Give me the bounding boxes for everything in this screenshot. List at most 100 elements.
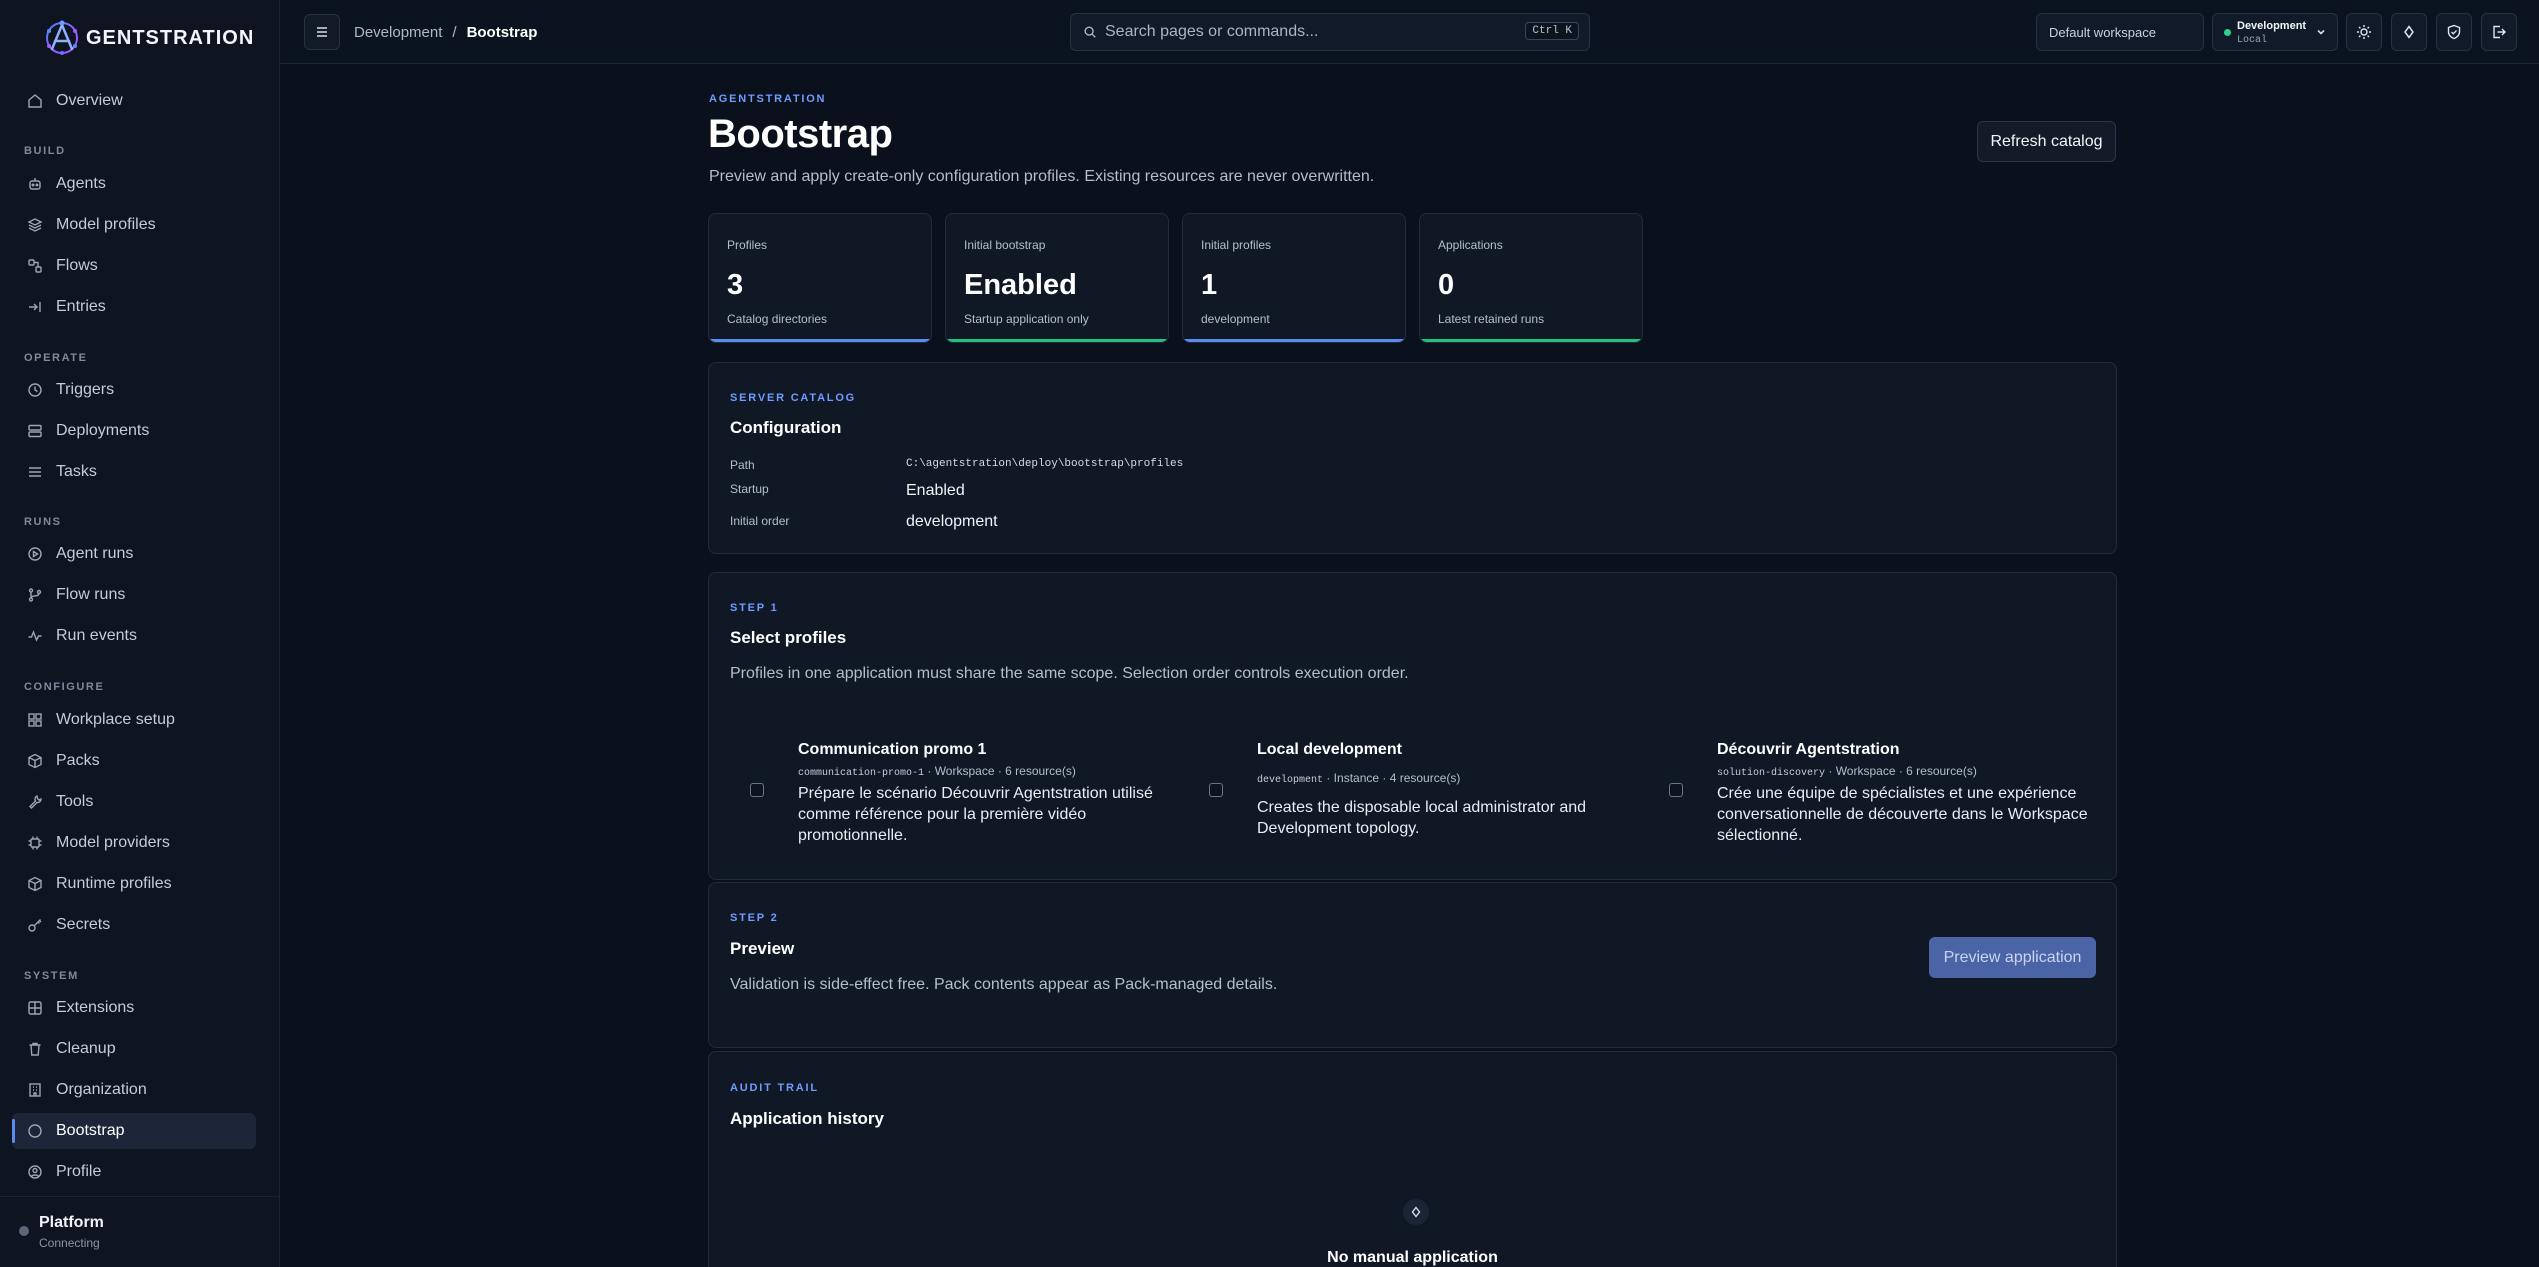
- profile-checkbox[interactable]: [750, 783, 764, 797]
- sidebar-item-label: Flows: [56, 257, 98, 274]
- sidebar-item-label: Tools: [56, 793, 94, 810]
- sidebar-item-label: Secrets: [56, 916, 111, 933]
- empty-state-icon: [1403, 1199, 1429, 1225]
- config-key-path: Path: [730, 458, 755, 472]
- search-placeholder: Search pages or commands...: [1105, 23, 1319, 40]
- stat-label: Profiles: [727, 238, 768, 252]
- sidebar-item-flows[interactable]: Flows: [12, 248, 256, 284]
- platform-name: Platform: [39, 1214, 104, 1231]
- catalog-title: Configuration: [730, 418, 842, 437]
- logout-button[interactable]: [2481, 13, 2517, 51]
- search-input[interactable]: Search pages or commands... Ctrl K: [1070, 13, 1590, 51]
- sidebar-item-deployments[interactable]: Deployments: [12, 413, 256, 449]
- step2-title: Preview: [730, 939, 795, 958]
- server-icon: [26, 422, 44, 440]
- breadcrumb-development[interactable]: Development: [354, 24, 442, 41]
- git-branch-icon: [26, 586, 44, 604]
- profile-checkbox[interactable]: [1669, 783, 1683, 797]
- profile-name: Communication promo 1: [798, 741, 987, 758]
- platform-status[interactable]: Platform Connecting: [0, 1196, 280, 1267]
- stat-value: 0: [1438, 269, 1455, 301]
- environment-select[interactable]: Development Local: [2212, 13, 2338, 51]
- sidebar-item-label: Model profiles: [56, 216, 156, 233]
- sidebar-item-triggers[interactable]: Triggers: [12, 372, 256, 408]
- sidebar-item-model-providers[interactable]: Model providers: [12, 825, 256, 861]
- profile-slug: communication-promo-1: [798, 768, 925, 779]
- profile-slug: solution-discovery: [1717, 768, 1826, 779]
- preview-application-button[interactable]: Preview application: [1929, 937, 2096, 978]
- sidebar-item-runtime-profiles[interactable]: Runtime profiles: [12, 866, 256, 902]
- config-value-startup: Enabled: [906, 482, 965, 499]
- hamburger-icon: [317, 27, 327, 37]
- profile-meta-text: · Workspace · 6 resource(s): [1825, 764, 1977, 778]
- sidebar-section-operate: OPERATE: [24, 352, 88, 364]
- enter-icon: [26, 298, 44, 316]
- sidebar-item-secrets[interactable]: Secrets: [12, 907, 256, 943]
- theme-toggle-button[interactable]: [2346, 13, 2382, 51]
- sidebar-item-profile[interactable]: Profile: [12, 1154, 256, 1190]
- diamond-button[interactable]: [2391, 13, 2427, 51]
- sidebar-section-runs: RUNS: [24, 516, 62, 528]
- profile-meta-text: · Workspace · 6 resource(s): [924, 764, 1076, 778]
- sidebar-item-label: Run events: [56, 627, 137, 644]
- sidebar-item-label: Overview: [56, 92, 123, 109]
- sidebar-item-entries[interactable]: Entries: [12, 289, 256, 325]
- select-profiles-panel: STEP 1 Select profiles Profiles in one a…: [708, 572, 2117, 880]
- box-icon: [26, 875, 44, 893]
- sidebar-item-label: Extensions: [56, 999, 135, 1016]
- cpu-icon: [26, 834, 44, 852]
- stat-label: Initial bootstrap: [964, 238, 1046, 252]
- profile-checkbox[interactable]: [1209, 783, 1223, 797]
- profile-meta-text: · Instance · 4 resource(s): [1323, 771, 1461, 785]
- building-icon: [26, 1081, 44, 1099]
- sidebar-item-workplace-setup[interactable]: Workplace setup: [12, 702, 256, 738]
- step1-eyebrow: STEP 1: [730, 602, 779, 614]
- sidebar: GENTSTRATION Overview BUILD Agents Model…: [0, 0, 280, 1267]
- profile-option-development[interactable]: Local development development · Instance…: [1209, 733, 1629, 853]
- step1-title: Select profiles: [730, 628, 847, 647]
- security-button[interactable]: [2436, 13, 2472, 51]
- sidebar-item-extensions[interactable]: Extensions: [12, 990, 256, 1026]
- search-shortcut: Ctrl K: [1525, 22, 1579, 40]
- brand[interactable]: GENTSTRATION: [40, 18, 254, 58]
- sidebar-section-build: BUILD: [24, 145, 66, 157]
- sidebar-item-packs[interactable]: Packs: [12, 743, 256, 779]
- sidebar-item-label: Packs: [56, 752, 100, 769]
- sidebar-item-label: Agents: [56, 175, 106, 192]
- sidebar-item-label: Cleanup: [56, 1040, 116, 1057]
- profile-option-communication-promo-1[interactable]: Communication promo 1 communication-prom…: [750, 733, 1170, 853]
- menu-toggle-button[interactable]: [304, 14, 340, 50]
- sidebar-item-run-events[interactable]: Run events: [12, 618, 256, 654]
- profile-name: Découvrir Agentstration: [1717, 741, 1900, 758]
- stat-hint: Latest retained runs: [1438, 312, 1545, 326]
- user-circle-icon: [26, 1163, 44, 1181]
- sidebar-item-label: Tasks: [56, 463, 97, 480]
- sidebar-section-system: SYSTEM: [24, 970, 79, 982]
- refresh-catalog-button[interactable]: Refresh catalog: [1977, 121, 2116, 162]
- sidebar-item-flow-runs[interactable]: Flow runs: [12, 577, 256, 613]
- sidebar-item-tasks[interactable]: Tasks: [12, 454, 256, 490]
- sidebar-section-configure: CONFIGURE: [24, 681, 105, 693]
- server-catalog-panel: SERVER CATALOG Configuration Path C:\age…: [708, 362, 2117, 554]
- workspace-select[interactable]: Default workspace: [2036, 13, 2204, 51]
- sidebar-item-agents[interactable]: Agents: [12, 166, 256, 202]
- trash-icon: [26, 1040, 44, 1058]
- sidebar-item-agent-runs[interactable]: Agent runs: [12, 536, 256, 572]
- sidebar-item-bootstrap[interactable]: Bootstrap: [12, 1113, 256, 1149]
- profile-option-solution-discovery[interactable]: Découvrir Agentstration solution-discove…: [1669, 733, 2089, 853]
- step2-eyebrow: STEP 2: [730, 912, 779, 924]
- sidebar-item-label: Bootstrap: [56, 1122, 125, 1139]
- profile-description: Prépare le scénario Découvrir Agentstrat…: [798, 785, 1153, 844]
- status-dot-icon: [19, 1226, 29, 1236]
- sidebar-item-label: Flow runs: [56, 586, 126, 603]
- key-icon: [26, 916, 44, 934]
- page-subtitle: Preview and apply create-only configurat…: [709, 168, 1375, 185]
- page-title: Bootstrap: [708, 112, 893, 156]
- sidebar-item-tools[interactable]: Tools: [12, 784, 256, 820]
- sidebar-item-model-profiles[interactable]: Model profiles: [12, 207, 256, 243]
- sidebar-item-cleanup[interactable]: Cleanup: [12, 1031, 256, 1067]
- sidebar-item-organization[interactable]: Organization: [12, 1072, 256, 1108]
- sidebar-item-overview[interactable]: Overview: [12, 83, 256, 119]
- environment-status-dot-icon: [2224, 29, 2231, 36]
- logout-icon: [2493, 25, 2506, 39]
